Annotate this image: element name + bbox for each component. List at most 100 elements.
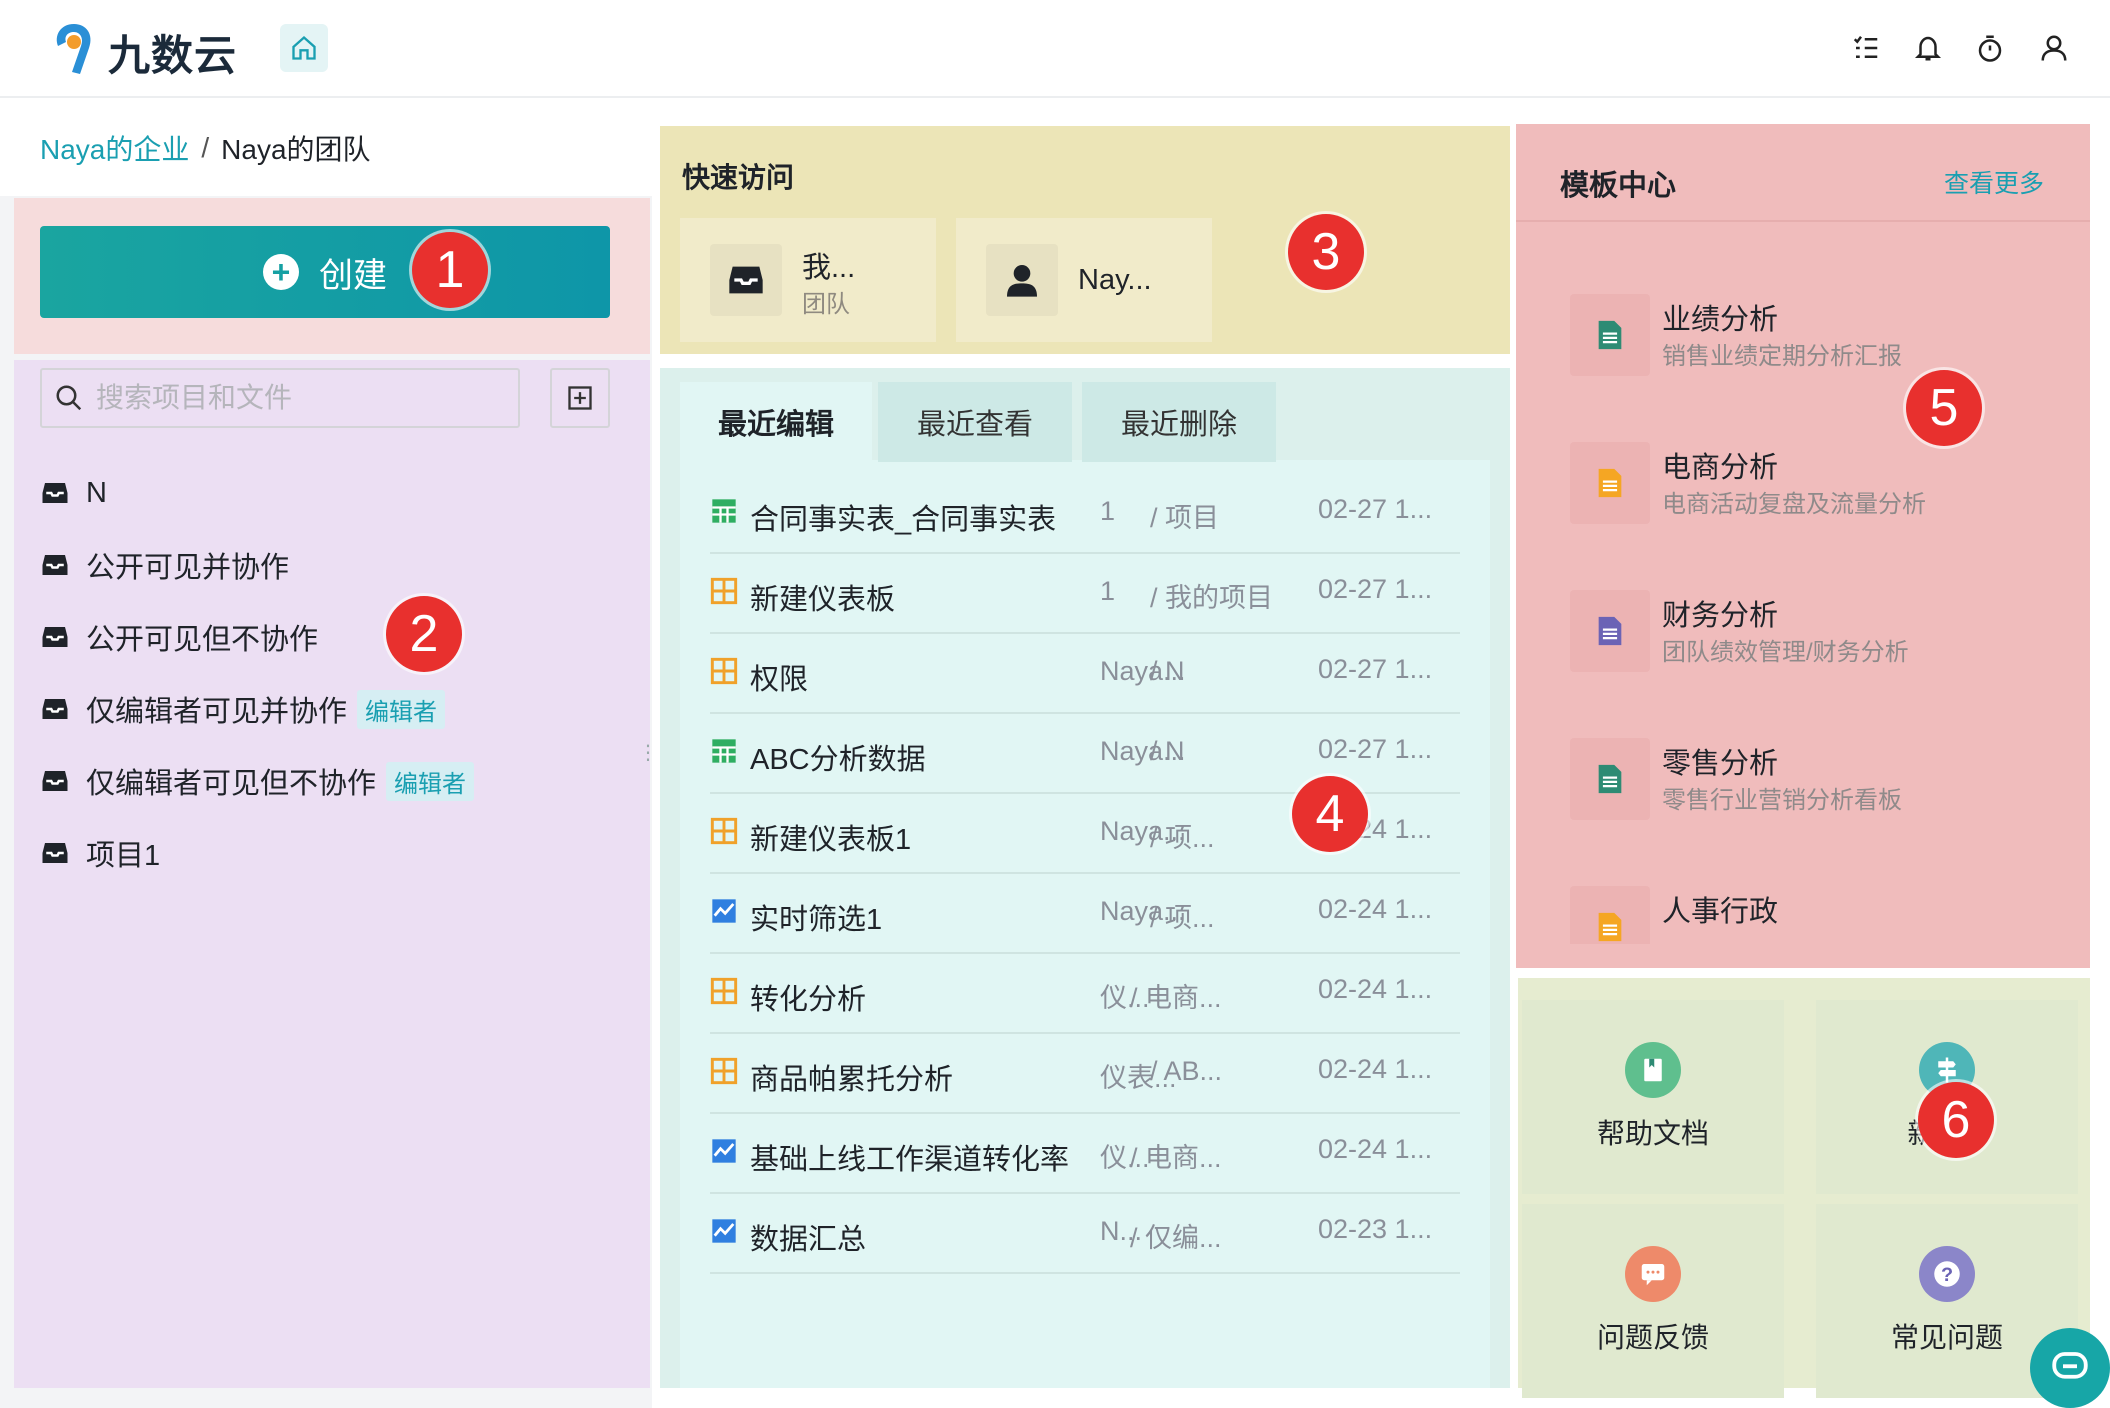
document-icon <box>1570 294 1650 376</box>
create-button[interactable]: + 创建 <box>40 226 610 318</box>
template-item[interactable]: 人事行政 <box>1570 886 2070 944</box>
home-button[interactable] <box>280 24 328 72</box>
tab-recent-deleted[interactable]: 最近删除 <box>1082 382 1276 462</box>
document-icon <box>1570 442 1650 524</box>
recent-file-row[interactable]: 合同事实表_合同事实表 1 / 项目 02-27 1... <box>710 474 1460 554</box>
template-item[interactable]: 电商分析 电商活动复盘及流量分析 <box>1570 442 2070 524</box>
file-time: 02-27 1... <box>1318 494 1433 524</box>
file-path: / 项... <box>1150 903 1215 933</box>
annotation-badge-3: 3 <box>1288 214 1364 290</box>
recent-file-row[interactable]: 权限 Naya... / N 02-27 1... <box>710 634 1460 714</box>
file-name: 商品帕累托分析 <box>750 1064 954 1096</box>
template-name: 电商分析 <box>1662 452 1779 484</box>
annotation-badge-1: 1 <box>412 232 488 308</box>
dashboard-icon <box>710 1057 738 1085</box>
breadcrumb-enterprise-link[interactable]: Naya的企业 <box>40 128 189 168</box>
timer-icon[interactable] <box>1970 28 2010 68</box>
add-square-icon <box>568 386 592 410</box>
inbox-icon <box>42 555 68 575</box>
file-time: 02-24 1... <box>1318 1134 1433 1164</box>
chat-icon <box>2052 1352 2088 1379</box>
file-name: 实时筛选1 <box>750 904 883 936</box>
chart-icon <box>710 1217 738 1245</box>
template-name: 财务分析 <box>1662 600 1779 632</box>
search-field[interactable] <box>40 368 520 428</box>
project-item[interactable]: N <box>40 468 107 518</box>
file-name: 转化分析 <box>750 984 867 1016</box>
annotation-badge-4: 4 <box>1292 776 1368 852</box>
inbox-icon <box>42 771 68 791</box>
spreadsheet-icon <box>710 737 738 765</box>
template-item[interactable]: 财务分析团队绩效管理/财务分析 <box>1570 590 2070 672</box>
inbox-icon <box>710 244 782 316</box>
breadcrumb-separator: / <box>201 132 210 163</box>
file-path: / 项... <box>1150 823 1215 853</box>
file-name: 合同事实表_合同事实表 <box>750 504 1057 536</box>
template-desc: 团队绩效管理/财务分析 <box>1662 639 1909 666</box>
quick-card-title: 我... <box>802 252 856 284</box>
file-time: 02-27 1... <box>1318 574 1433 604</box>
recent-file-row[interactable]: 商品帕累托分析 仪表... / AB... 02-24 1... <box>710 1034 1460 1114</box>
breadcrumb: Naya的企业 / Naya的团队 <box>0 100 652 196</box>
template-item[interactable]: 业绩分析销售业绩定期分析汇报 <box>1570 294 2070 376</box>
bell-icon[interactable] <box>1908 28 1948 68</box>
template-name: 业绩分析 <box>1662 304 1779 336</box>
recent-file-row[interactable]: 实时筛选1 Naya... / 项... 02-24 1... <box>710 874 1460 954</box>
quick-card-title: Nay... <box>1078 264 1152 296</box>
add-project-button[interactable] <box>550 368 610 428</box>
file-path: / N <box>1150 736 1185 766</box>
project-item[interactable]: 公开可见并协作 <box>40 540 289 590</box>
chart-icon <box>710 1137 738 1165</box>
project-item[interactable]: 项目1 <box>40 828 160 878</box>
file-name: 权限 <box>750 664 809 696</box>
project-name: N <box>86 476 107 509</box>
task-list-icon[interactable] <box>1846 28 1886 68</box>
feedback-icon <box>1625 1246 1681 1302</box>
file-time: 02-23 1... <box>1318 1214 1433 1244</box>
template-desc: 销售业绩定期分析汇报 <box>1662 343 1902 370</box>
feedback-card[interactable]: 问题反馈 <box>1522 1204 1784 1398</box>
document-icon <box>1570 590 1650 672</box>
project-item[interactable]: 仅编辑者可见但不协作 编辑者 <box>40 756 475 806</box>
project-name: 公开可见但不协作 <box>86 624 319 656</box>
app-logo-icon[interactable] <box>48 20 100 78</box>
panel-resize-handle[interactable]: ⋮ <box>638 740 658 770</box>
chat-support-button[interactable] <box>2030 1328 2110 1408</box>
recent-file-row[interactable]: 基础上线工作渠道转化率 仪... / 电商... 02-24 1... <box>710 1114 1460 1194</box>
plus-icon: + <box>263 254 299 290</box>
file-path: / 我的项目 <box>1150 583 1274 613</box>
tab-recent-edited[interactable]: 最近编辑 <box>680 382 872 462</box>
help-docs-card[interactable]: 帮助文档 <box>1522 1000 1784 1194</box>
file-time: 02-27 1... <box>1318 734 1433 764</box>
tab-recent-viewed[interactable]: 最近查看 <box>878 382 1072 462</box>
breadcrumb-team: Naya的团队 <box>221 134 371 165</box>
quick-card-subtitle: 团队 <box>802 291 850 318</box>
user-icon[interactable] <box>2034 28 2074 68</box>
role-tag: 编辑者 <box>386 761 475 801</box>
project-item[interactable]: 公开可见但不协作 <box>40 612 318 662</box>
file-creator: 1 <box>1100 496 1116 526</box>
dashboard-icon <box>710 817 738 845</box>
divider <box>1516 220 2090 222</box>
view-more-link[interactable]: 查看更多 <box>1944 164 2044 200</box>
file-path: / 电商... <box>1130 1143 1222 1173</box>
file-name: 数据汇总 <box>750 1224 867 1256</box>
project-item[interactable]: 仅编辑者可见并协作 编辑者 <box>40 684 446 734</box>
recent-file-row[interactable]: 数据汇总 N... / 仅编... 02-23 1... <box>710 1194 1460 1274</box>
recent-file-row[interactable]: 转化分析 仪... / 电商... 02-24 1... <box>710 954 1460 1034</box>
file-name: 基础上线工作渠道转化率 <box>750 1144 1070 1176</box>
app-name: 九数云 <box>108 32 238 79</box>
project-name: 公开可见并协作 <box>86 552 290 584</box>
template-item[interactable]: 零售分析 零售行业营销分析看板 <box>1570 738 2070 820</box>
file-time: 02-24 1... <box>1318 894 1433 924</box>
chart-icon <box>710 897 738 925</box>
file-time: 02-24 1... <box>1318 1054 1433 1084</box>
recent-file-row[interactable]: 新建仪表板 1 / 我的项目 02-27 1... <box>710 554 1460 634</box>
search-input[interactable] <box>94 381 498 415</box>
search-icon <box>56 385 82 411</box>
file-name: 新建仪表板 <box>750 584 896 616</box>
dashboard-icon <box>710 657 738 685</box>
file-time: 02-27 1... <box>1318 654 1433 684</box>
annotation-badge-5: 5 <box>1906 370 1982 446</box>
template-name: 人事行政 <box>1662 896 1779 928</box>
